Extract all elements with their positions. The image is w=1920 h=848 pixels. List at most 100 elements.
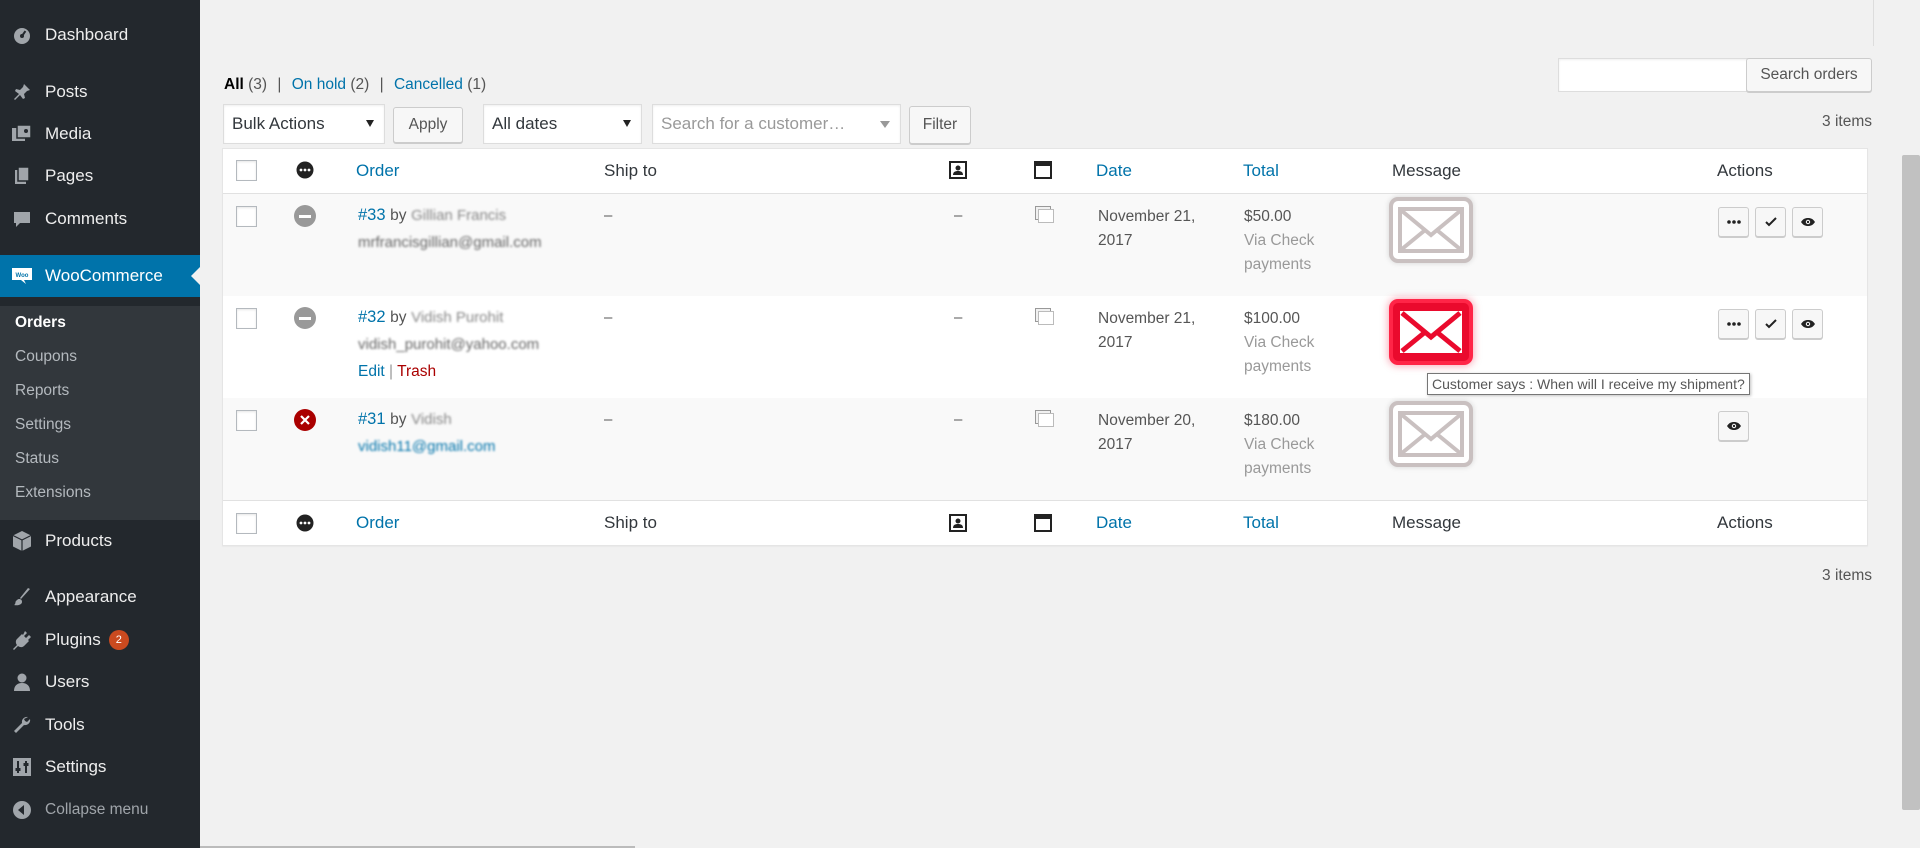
filter-all[interactable]: All — [224, 76, 244, 93]
menu-dashboard[interactable]: Dashboard — [0, 14, 200, 56]
status-column-icon[interactable] — [296, 514, 314, 537]
message-tooltip: Customer says : When will I receive my s… — [1427, 373, 1750, 395]
main-content: All (3) | On hold (2) | Cancelled (1) Se… — [200, 0, 1920, 848]
submenu-reports[interactable]: Reports — [15, 382, 69, 400]
view-button[interactable] — [1718, 411, 1749, 441]
message-envelope-icon[interactable] — [1393, 201, 1469, 259]
menu-comments[interactable]: Comments — [0, 198, 200, 240]
menu-products[interactable]: Products — [0, 520, 200, 562]
more-actions-button[interactable] — [1718, 309, 1749, 339]
bulk-actions-select[interactable]: Bulk Actions — [223, 104, 385, 144]
menu-posts[interactable]: Posts — [0, 71, 200, 113]
filter-on-hold[interactable]: On hold — [292, 76, 346, 93]
customer-search-select[interactable]: Search for a customer… — [652, 104, 901, 144]
vertical-scrollbar[interactable] — [1902, 155, 1920, 810]
complete-button[interactable] — [1755, 207, 1786, 237]
menu-products-label: Products — [45, 531, 113, 550]
filter-all-count: (3) — [248, 76, 268, 93]
row-actions-separator: | — [389, 363, 394, 380]
column-actions-footer: Actions — [1717, 513, 1773, 532]
menu-pages[interactable]: Pages — [0, 155, 200, 197]
order-link[interactable]: #31 by Vidish — [358, 410, 452, 429]
search-orders-input[interactable] — [1558, 58, 1770, 92]
pin-icon — [10, 80, 34, 104]
submenu-extensions[interactable]: Extensions — [15, 484, 91, 502]
menu-plugins[interactable]: Plugins 2 — [0, 619, 200, 661]
ship-to-value: – — [604, 207, 613, 224]
select-all-checkbox-footer[interactable] — [236, 513, 257, 534]
menu-pages-label: Pages — [45, 166, 94, 185]
search-orders-button[interactable]: Search orders — [1746, 58, 1872, 92]
customer-name: Vidish — [411, 411, 452, 428]
dashboard-icon — [10, 23, 34, 47]
comment-icon — [10, 207, 34, 231]
order-link[interactable]: #32 by Vidish Purohit — [358, 308, 503, 327]
order-total: $180.00 Via Check payments — [1244, 409, 1354, 481]
collapse-menu-button[interactable]: Collapse menu — [0, 789, 200, 831]
status-column-icon[interactable] — [296, 161, 314, 184]
trash-link[interactable]: Trash — [397, 363, 436, 380]
order-link[interactable]: #33 by Gillian Francis — [358, 206, 506, 225]
column-ship-to-footer: Ship to — [604, 513, 657, 532]
table-footer: Order Ship to Date Total Message Actions — [223, 500, 1867, 545]
select-all-checkbox[interactable] — [236, 160, 257, 181]
woocommerce-submenu: Orders Coupons Reports Settings Status E… — [0, 306, 200, 520]
billing-value: – — [954, 411, 963, 428]
menu-settings[interactable]: Settings — [0, 746, 200, 788]
filter-cancelled-count: (1) — [467, 76, 487, 93]
view-button[interactable] — [1792, 207, 1823, 237]
message-envelope-icon[interactable] — [1393, 405, 1469, 463]
customer-email[interactable]: mrfrancisgillian@gmail.com — [358, 234, 542, 251]
submenu-orders[interactable]: Orders — [15, 314, 66, 332]
admin-sidebar: Dashboard Posts Media Pages Comments Woo… — [0, 0, 200, 848]
order-date: November 20, 2017 — [1098, 409, 1218, 457]
column-date[interactable]: Date — [1096, 161, 1132, 181]
menu-appearance[interactable]: Appearance — [0, 576, 200, 618]
order-number[interactable]: #32 — [358, 308, 386, 326]
view-button[interactable] — [1792, 309, 1823, 339]
collapse-menu-label: Collapse menu — [45, 801, 149, 818]
row-checkbox[interactable] — [236, 308, 257, 329]
menu-tools[interactable]: Tools — [0, 704, 200, 746]
new-message-envelope-icon[interactable] — [1393, 303, 1469, 361]
column-total-footer[interactable]: Total — [1243, 513, 1279, 533]
filter-button[interactable]: Filter — [909, 106, 971, 144]
total-amount: $100.00 — [1244, 310, 1301, 327]
date-year: 2017 — [1098, 436, 1133, 453]
column-order[interactable]: Order — [356, 161, 399, 181]
complete-button[interactable] — [1755, 309, 1786, 339]
dropdown-arrow-icon — [880, 121, 890, 128]
menu-users[interactable]: Users — [0, 661, 200, 703]
submenu-status[interactable]: Status — [15, 450, 59, 468]
customer-email[interactable]: vidish11@gmail.com — [358, 438, 496, 455]
payment-method-line2: payments — [1244, 460, 1312, 477]
menu-woocommerce[interactable]: Woo WooCommerce — [0, 255, 200, 297]
divider — [1873, 0, 1874, 46]
status-on-hold-icon — [294, 205, 316, 227]
row-checkbox[interactable] — [236, 206, 257, 227]
menu-media[interactable]: Media — [0, 113, 200, 155]
order-number[interactable]: #31 — [358, 410, 386, 428]
date-year: 2017 — [1098, 334, 1133, 351]
row-checkbox[interactable] — [236, 410, 257, 431]
date-filter-select[interactable]: All dates — [483, 104, 642, 144]
row-actions: Edit | Trash — [358, 363, 436, 381]
ship-to-value: – — [604, 309, 613, 326]
submenu-coupons[interactable]: Coupons — [15, 348, 77, 366]
plugin-icon — [10, 628, 34, 652]
filter-cancelled[interactable]: Cancelled — [394, 76, 463, 93]
order-by: by — [390, 309, 407, 326]
items-count-top: 3 items — [1822, 113, 1872, 130]
column-order-footer[interactable]: Order — [356, 513, 399, 533]
edit-link[interactable]: Edit — [358, 363, 385, 380]
column-date-footer[interactable]: Date — [1096, 513, 1132, 533]
order-number[interactable]: #33 — [358, 206, 386, 224]
menu-woocommerce-label: WooCommerce — [45, 266, 163, 285]
more-actions-button[interactable] — [1718, 207, 1749, 237]
customer-email[interactable]: vidish_purohit@yahoo.com — [358, 336, 539, 353]
submenu-settings[interactable]: Settings — [15, 416, 71, 434]
customer-name: Vidish Purohit — [411, 309, 504, 326]
column-total[interactable]: Total — [1243, 161, 1279, 181]
pages-icon — [10, 164, 34, 188]
apply-button[interactable]: Apply — [393, 107, 463, 143]
